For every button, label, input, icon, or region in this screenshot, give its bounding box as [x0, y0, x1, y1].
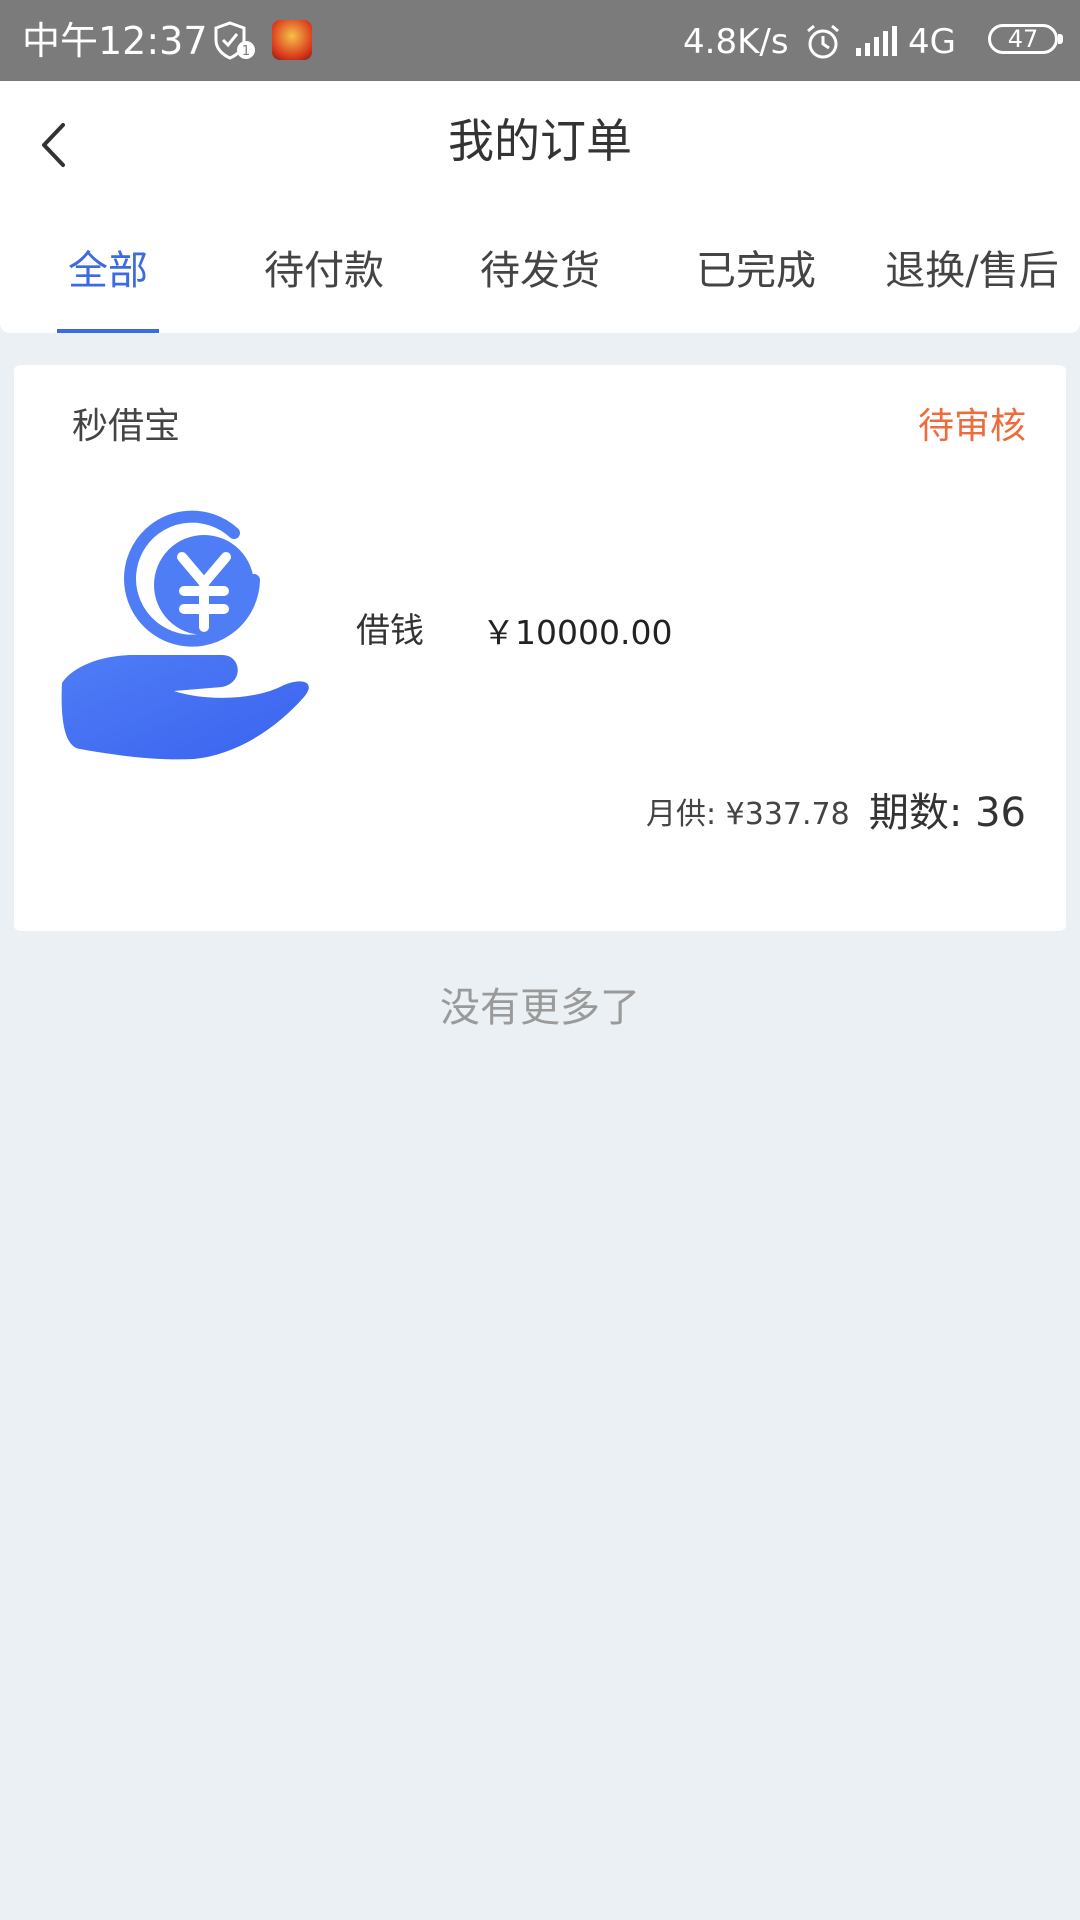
tab-pending-shipment[interactable]: 待发货: [432, 209, 648, 333]
order-tabs: 全部 待付款 待发货 已完成 退换/售后: [0, 209, 1080, 333]
svg-text:1: 1: [242, 44, 250, 59]
monthly-payment: 月供: ¥337.78: [646, 797, 850, 832]
alarm-icon: [807, 24, 839, 59]
network-type: 4G: [908, 22, 956, 62]
net-speed: 4.8K/s: [683, 22, 789, 62]
header: 我的订单: [0, 81, 1080, 209]
shop-name: 秒借宝: [72, 406, 181, 447]
order-status-badge: 待审核: [917, 406, 1026, 447]
status-time: 中午12:37: [22, 19, 208, 63]
product-amount: ￥10000.00: [482, 613, 673, 652]
order-card[interactable]: 秒借宝 待审核 借钱 ￥10000.00 月供: ¥337.78 期数: 36: [14, 365, 1066, 931]
game-app-icon: [272, 20, 312, 60]
installment-count: 期数: 36: [868, 790, 1026, 836]
page-title: 我的订单: [448, 114, 632, 168]
active-tab-indicator: [57, 329, 159, 333]
tab-returns-aftersales[interactable]: 退换/售后: [864, 209, 1080, 333]
status-bar: 中午12:37 1 4.8K/s 4G 47: [0, 0, 1080, 81]
hand-yuan-coin-icon: [61, 510, 309, 760]
shield-check-icon: 1: [214, 21, 255, 60]
product-name: 借钱: [356, 611, 424, 651]
signal-icon: [856, 26, 897, 56]
battery-indicator: 47: [988, 24, 1063, 54]
no-more-text: 没有更多了: [440, 985, 640, 1031]
tab-all[interactable]: 全部: [0, 209, 216, 333]
tab-completed[interactable]: 已完成: [648, 209, 864, 333]
tab-pending-payment[interactable]: 待付款: [216, 209, 432, 333]
